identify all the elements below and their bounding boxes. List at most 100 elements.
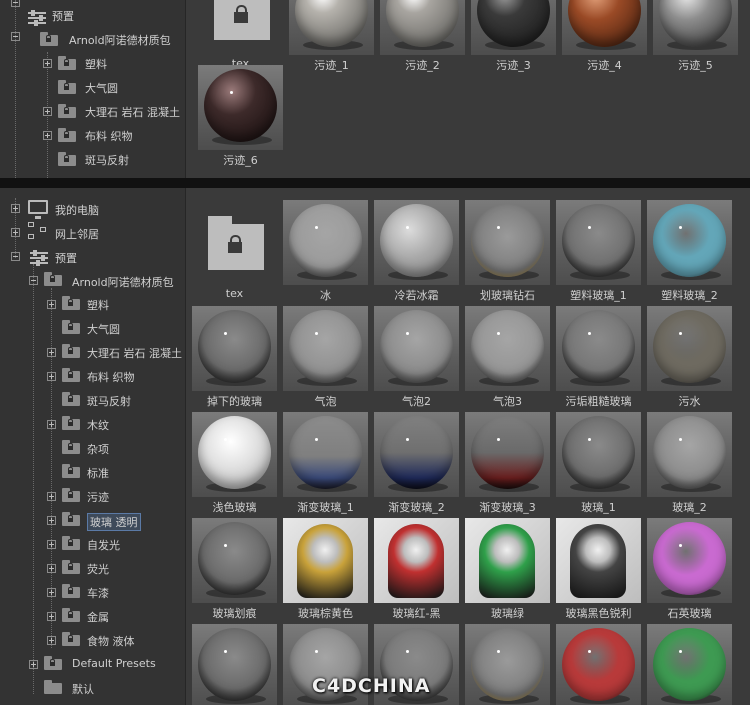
expand-toggle[interactable] [47,540,56,549]
tree-item-label[interactable]: 玻璃 透明 [87,513,141,531]
top-content-browser: 预置 Arnold阿诺德材质包塑料大气圆大理石 岩石 混凝土 布料 织物斑马反射 t… [0,0,750,178]
material-item[interactable]: tex [198,0,283,70]
material-item[interactable]: 污水 [647,306,732,409]
tree-item-label[interactable]: 污迹 [87,489,109,505]
tree-item-label[interactable]: 斑马反射 [87,393,131,409]
expand-toggle[interactable] [47,348,56,357]
tree-item-label[interactable]: 我的电脑 [55,202,99,218]
material-sphere [653,204,726,277]
tree-item-label[interactable]: 车漆 [87,585,109,601]
tree-item-label[interactable]: 布料 织物 [87,369,135,385]
expand-toggle[interactable] [47,636,56,645]
material-sphere [198,416,271,489]
material-item[interactable]: 玻璃黑色锐利 [556,518,641,621]
collapse-toggle[interactable] [11,32,20,41]
material-item[interactable]: 渐变玻璃_2 [374,412,459,515]
material-item[interactable]: 塑料玻璃_2 [647,200,732,303]
expand-toggle[interactable] [11,204,20,213]
expand-toggle[interactable] [47,492,56,501]
tree-item-label[interactable]: 大气圆 [85,80,118,96]
material-item[interactable]: 玻璃_1 [556,412,641,515]
expand-toggle[interactable] [29,660,38,669]
collapse-toggle[interactable] [29,276,38,285]
material-item[interactable]: 污迹_1 [289,0,374,73]
tree-item-label[interactable]: 荧光 [87,561,109,577]
expand-toggle[interactable] [47,516,56,525]
tree-item-label[interactable]: 大理石 岩石 混凝土 [87,345,182,361]
material-item[interactable]: 玻璃绿 [465,518,550,621]
expand-toggle[interactable] [43,59,52,68]
collapse-toggle[interactable] [11,0,20,7]
expand-toggle[interactable] [43,107,52,116]
material-item[interactable]: 玻璃棕黄色 [283,518,368,621]
material-item[interactable]: 渐变玻璃_3 [465,412,550,515]
material-thumbnail [198,65,283,150]
expand-toggle[interactable] [47,564,56,573]
material-sphere [380,204,453,277]
bottle-preview [479,524,535,598]
tree-item-label[interactable]: 大理石 岩石 混凝土 [85,104,180,120]
material-item[interactable]: 渐变玻璃_1 [283,412,368,515]
material-item[interactable] [556,624,641,705]
expand-toggle[interactable] [11,228,20,237]
material-thumbnail [647,200,732,285]
material-item[interactable]: 污垢粗糙玻璃 [556,306,641,409]
expand-toggle[interactable] [47,588,56,597]
tree-item-label[interactable]: 自发光 [87,537,120,553]
material-label: 污迹_6 [223,154,258,167]
tree-item-label[interactable]: 预置 [52,8,74,24]
expand-toggle[interactable] [47,300,56,309]
material-item[interactable]: 污迹_4 [562,0,647,73]
expand-toggle[interactable] [47,420,56,429]
material-item[interactable]: 石英玻璃 [647,518,732,621]
material-item[interactable]: 气泡3 [465,306,550,409]
tree-item-label[interactable]: 标准 [87,465,109,481]
tree-item-label[interactable]: Arnold阿诺德材质包 [69,32,171,48]
tree-item-label[interactable]: 金属 [87,609,109,625]
material-item[interactable]: 污迹_6 [198,65,283,168]
material-item[interactable]: 塑料玻璃_1 [556,200,641,303]
tree-item-label[interactable]: 预置 [55,250,77,266]
material-item[interactable]: 气泡2 [374,306,459,409]
material-item[interactable]: 划玻璃钻石 [465,200,550,303]
material-item[interactable]: tex [192,200,277,300]
material-item[interactable]: 玻璃红-黑 [374,518,459,621]
tree-item-label[interactable]: 杂项 [87,441,109,457]
material-item[interactable] [465,624,550,705]
material-thumbnail [289,0,374,55]
tree-item-label[interactable]: 网上邻居 [55,226,99,242]
expand-toggle[interactable] [47,372,56,381]
collapse-toggle[interactable] [11,252,20,261]
material-item[interactable]: 冰 [283,200,368,303]
tree-item-label[interactable]: 布料 织物 [85,128,133,144]
tree-item-label[interactable]: Default Presets [72,657,156,670]
material-item[interactable]: 污迹_3 [471,0,556,73]
specular-highlight [224,544,227,547]
expand-toggle[interactable] [43,131,52,140]
material-item[interactable]: 气泡 [283,306,368,409]
material-item[interactable] [647,624,732,705]
material-item[interactable]: 玻璃_2 [647,412,732,515]
tree-item-label[interactable]: 食物 液体 [87,633,135,649]
tree-item-label[interactable]: 斑马反射 [85,152,129,168]
locked-folder-icon [62,512,80,526]
material-thumbnail [374,306,459,391]
material-item[interactable]: 污迹_5 [653,0,738,73]
material-item[interactable]: 污迹_2 [380,0,465,73]
specular-highlight [224,332,227,335]
material-item[interactable]: 冷若冰霜 [374,200,459,303]
tree-item-label[interactable]: 默认 [72,681,94,697]
tree-item-label[interactable]: Arnold阿诺德材质包 [72,274,174,290]
material-label: tex [225,287,244,300]
tree-item-label[interactable]: 塑料 [87,297,109,313]
material-item[interactable]: 掉下的玻璃 [192,306,277,409]
material-item[interactable] [192,624,277,705]
material-label: 玻璃_2 [672,501,707,514]
expand-toggle[interactable] [47,612,56,621]
material-item[interactable]: 浅色玻璃 [192,412,277,515]
material-item[interactable]: 玻璃划痕 [192,518,277,621]
tree-item-label[interactable]: 大气圆 [87,321,120,337]
tree-item-label[interactable]: 木纹 [87,417,109,433]
material-label: 渐变玻璃_3 [479,501,536,514]
tree-item-label[interactable]: 塑料 [85,56,107,72]
